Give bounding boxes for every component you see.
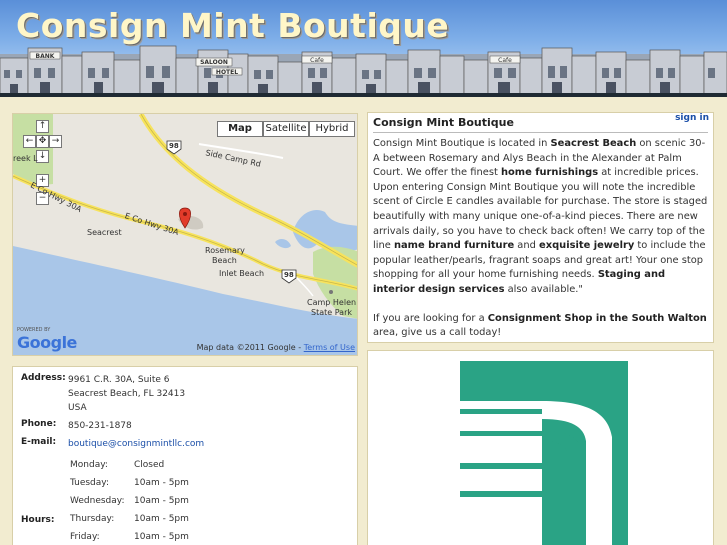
pan-center-button[interactable]: ✥	[36, 135, 49, 148]
description-text: also available."	[504, 283, 583, 295]
highlight-exquisite-jewelry: exquisite jewelry	[539, 240, 635, 252]
description-text: and	[514, 240, 540, 252]
description-text: area, give us a call today!	[373, 327, 502, 339]
hours-row-item: Tuesday: 10am - 5pm	[70, 475, 189, 491]
hours-row-item: Monday: Closed	[70, 457, 189, 473]
description-text: at incredible prices. Upon entering Cons…	[373, 167, 708, 252]
storefront-banner: BANK SALOON HOTEL Cafe Cafe	[0, 45, 727, 97]
hours-label: Hours:	[21, 515, 55, 525]
site-header: Consign Mint Boutique BANK SALOON HOTEL …	[0, 0, 727, 97]
map-type-hybrid-button[interactable]: Hybrid	[309, 121, 355, 137]
map-type-map-button[interactable]: Map	[217, 121, 263, 137]
contact-info-panel: Address: 9961 C.R. 30A, Suite 6 Seacrest…	[12, 366, 358, 545]
hours-time: 10am - 5pm	[134, 532, 189, 542]
highlight-name-brand-furniture: name brand furniture	[393, 240, 515, 252]
map-type-satellite-button[interactable]: Satellite	[263, 121, 309, 137]
address-line: 9961 C.R. 30A, Suite 6	[68, 375, 170, 385]
hours-day: Thursday:	[70, 514, 115, 524]
phone-value: 850-231-1878	[68, 421, 132, 431]
hours-day: Wednesday:	[70, 496, 125, 506]
map-label-shield-98-south: 98	[284, 271, 294, 279]
sign-in-link[interactable]: sign in	[675, 113, 709, 123]
consign-mint-logo	[460, 361, 628, 545]
map-canvas[interactable]	[13, 114, 358, 356]
address-value: 9961 C.R. 30A, Suite 6 Seacrest Beach, F…	[68, 373, 185, 415]
hours-day: Tuesday:	[70, 478, 109, 488]
email-label: E-mail:	[21, 437, 57, 447]
map-label-beach: Beach	[212, 256, 237, 265]
map-attribution: Map data ©2011 Google - Terms of Use	[197, 343, 355, 352]
svg-text:BANK: BANK	[36, 53, 55, 60]
description-text: Consign Mint Boutique is located in	[373, 138, 551, 149]
map-label-seacrest: Seacrest	[87, 228, 122, 237]
address-row: Address: 9961 C.R. 30A, Suite 6 Seacrest…	[21, 373, 349, 415]
svg-text:Cafe: Cafe	[498, 57, 512, 64]
hours-row-item: Wednesday: 10am - 5pm	[70, 493, 189, 509]
pan-left-button[interactable]: ←	[23, 135, 36, 148]
map-label-inlet-beach: Inlet Beach	[219, 269, 265, 278]
hours-time: Closed	[134, 460, 165, 470]
svg-text:Cafe: Cafe	[310, 57, 324, 64]
hours-day: Monday:	[70, 460, 108, 470]
hours-row-item: Thursday: 10am - 5pm	[70, 511, 189, 527]
terms-of-use-link[interactable]: Terms of Use	[304, 343, 355, 352]
svg-text:HOTEL: HOTEL	[216, 69, 238, 76]
google-map[interactable]: 98 98 ↑ ← ✥ → ↓ + − Map Satellite Hybrid…	[12, 113, 358, 356]
hours-day: Friday:	[70, 532, 100, 542]
phone-label: Phone:	[21, 419, 57, 429]
hours-row: Hours: Monday: Closed Tuesday: 10am - 5pm …	[21, 455, 349, 545]
hours-time: 10am - 5pm	[134, 496, 189, 506]
highlight-home-furnishings: home furnishings	[500, 167, 599, 179]
description-title: Consign Mint Boutique	[373, 116, 708, 133]
email-link[interactable]: boutique@consignmintllc.com	[68, 437, 204, 451]
description-body: Consign Mint Boutique is located in Seac…	[373, 137, 708, 341]
map-data-text: Map data ©2011 Google -	[196, 343, 302, 352]
google-logo[interactable]: POWERED BY Google	[17, 327, 77, 352]
map-label-state-park: State Park	[311, 308, 353, 317]
description-text: If you are looking for a	[373, 312, 488, 324]
hours-time: 10am - 5pm	[134, 514, 189, 524]
address-label: Address:	[21, 373, 66, 383]
description-paragraph: If you are looking for a Consignment Sho…	[373, 312, 708, 341]
map-label-shield-98-north: 98	[169, 142, 179, 150]
pan-up-button[interactable]: ↑	[36, 120, 49, 133]
phone-row: Phone: 850-231-1878	[21, 419, 349, 433]
address-line: Seacrest Beach, FL 32413	[68, 389, 186, 399]
hours-table: Monday: Closed Tuesday: 10am - 5pm Wednesd…	[68, 455, 191, 545]
email-row: E-mail: boutique@consignmintllc.com	[21, 437, 349, 451]
hours-row-item: Friday: 10am - 5pm	[70, 529, 189, 545]
address-line: USA	[68, 403, 87, 413]
logo-panel	[367, 350, 714, 545]
description-panel: Consign Mint Boutique sign in Consign Mi…	[367, 112, 714, 343]
google-wordmark: Google	[17, 333, 77, 352]
highlight-seacrest-beach: Seacrest Beach	[550, 138, 637, 149]
header-divider	[0, 93, 727, 97]
hours-time: 10am - 5pm	[134, 478, 189, 488]
svg-text:SALOON: SALOON	[200, 59, 228, 66]
map-label-rosemary: Rosemary	[205, 246, 245, 255]
map-label-creek: reek L	[13, 154, 38, 163]
map-label-camp-helen: Camp Helen	[307, 298, 357, 307]
pan-right-button[interactable]: →	[49, 135, 62, 148]
highlight-consignment-shop: Consignment Shop in the South Walton	[487, 312, 707, 324]
description-paragraph: Consign Mint Boutique is located in Seac…	[373, 137, 708, 298]
